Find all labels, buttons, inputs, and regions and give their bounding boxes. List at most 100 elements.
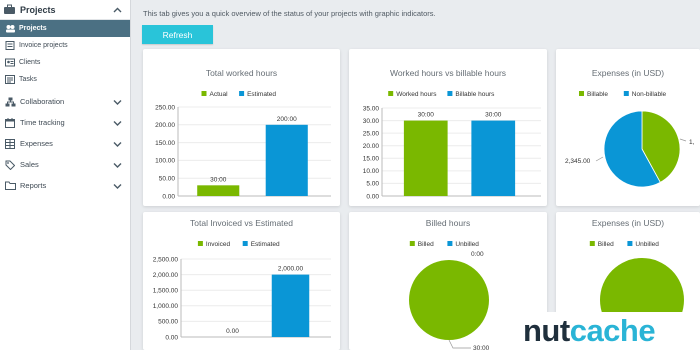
chart-svg: Expenses (in USD) Billable Non-billable 1, 2… (565, 68, 695, 188)
chevron-down-icon[interactable] (112, 181, 122, 191)
chevron-down-icon[interactable] (112, 118, 122, 128)
label-leader (679, 138, 687, 142)
y-tick-label: 150.00 (155, 140, 175, 147)
sidebar: Projects Projects Invoice projects Clien… (0, 0, 131, 350)
legend-label: Non-billable (632, 91, 667, 98)
chevron-down-icon[interactable] (112, 139, 122, 149)
y-tick-label: 30.00 (363, 118, 380, 125)
sidebar-item-invoice-projects[interactable]: Invoice projects (0, 37, 130, 54)
y-tick-label: 1,500.00 (153, 288, 179, 295)
chart-panel-billed-hours: Billed hours Billed Unbilled 30:00 0:00 (349, 212, 547, 350)
briefcase-icon (3, 4, 17, 16)
label-leader (595, 156, 604, 162)
sidebar-item-time-tracking[interactable]: Time tracking (0, 112, 130, 133)
sidebar-item-label: Sales (20, 160, 39, 169)
legend-label: Billed (598, 241, 614, 248)
legend-swatch (447, 91, 453, 96)
legend-swatch (239, 91, 245, 96)
chart-panel-invoiced-vs-estimated: Total Invoiced vs Estimated Invoiced Estim… (143, 212, 340, 350)
data-label: 30:00 (485, 112, 502, 119)
data-label: 2,000.00 (278, 266, 304, 273)
y-tick-label: 1,000.00 (153, 303, 179, 310)
data-label: 30:00 (418, 112, 435, 119)
page-description: This tab gives you a quick overview of t… (143, 9, 436, 18)
chevron-up-icon[interactable] (112, 5, 122, 15)
tasks-icon (4, 75, 16, 85)
chart-title: Expenses (in USD) (592, 68, 664, 78)
legend-label: Invoiced (206, 241, 231, 248)
chart-title: Worked hours vs billable hours (390, 68, 506, 78)
sidebar-item-collaboration[interactable]: Collaboration (0, 91, 130, 112)
legend-label: Billed (418, 241, 434, 248)
sidebar-item-clients[interactable]: Clients (0, 54, 130, 71)
legend-label: Worked hours (396, 91, 437, 98)
sidebar-item-projects[interactable]: Projects (0, 20, 130, 37)
legend-label: Unbilled (635, 241, 659, 248)
chart-title: Total worked hours (206, 68, 277, 78)
data-label: 200:00 (277, 116, 297, 123)
sidebar-item-expenses[interactable]: Expenses (0, 133, 130, 154)
sidebar-section-title: Projects (20, 4, 56, 15)
legend-label: Estimated (251, 241, 280, 248)
y-tick-label: 500.00 (158, 319, 178, 326)
data-label: 0.00 (226, 328, 239, 335)
legend-label: Estimated (247, 91, 276, 98)
chart-title: Billed hours (426, 218, 470, 228)
tag-icon (4, 159, 16, 170)
clients-icon (4, 58, 16, 68)
sidebar-item-label: Clients (19, 59, 41, 66)
sidebar-item-label: Projects (19, 25, 47, 32)
y-tick-label: 15.00 (363, 156, 380, 163)
sidebar-item-label: Invoice projects (19, 42, 68, 49)
y-tick-label: 0.00 (162, 193, 175, 200)
chevron-down-icon[interactable] (112, 160, 122, 170)
y-tick-label: 20.00 (363, 143, 380, 150)
chart-svg: Worked hours vs billable hours Worked hou… (363, 68, 541, 200)
expenses-icon (4, 138, 16, 149)
chart-svg: Total worked hours Actual Estimated 0.00 50.… (155, 68, 331, 200)
legend-swatch (242, 241, 248, 246)
y-tick-label: 100.00 (155, 158, 175, 165)
legend-swatch (623, 91, 629, 96)
chart-title: Expenses (in USD) (592, 218, 664, 228)
data-label: 30:00 (210, 176, 227, 183)
bar (197, 185, 240, 196)
bar (403, 120, 448, 196)
chart-svg: Total Invoiced vs Estimated Invoiced Estim… (153, 218, 331, 341)
y-tick-label: 25.00 (363, 130, 380, 137)
y-tick-label: 50.00 (159, 176, 176, 183)
legend-label: Unbilled (455, 241, 479, 248)
refresh-button[interactable]: Refresh (142, 25, 213, 44)
sidebar-item-label: Tasks (19, 76, 37, 83)
legend-label: Billable (587, 91, 608, 98)
sidebar-item-label: Time tracking (20, 118, 65, 127)
legend-swatch (388, 91, 394, 96)
legend-swatch (627, 241, 633, 246)
slice-label: 0:00 (471, 251, 484, 258)
projects-icon (4, 24, 16, 34)
slice-label: 2,345.00 (565, 158, 591, 165)
y-tick-label: 35.00 (363, 105, 380, 112)
legend-swatch (409, 241, 415, 246)
label-leader (448, 339, 471, 349)
y-tick-label: 0.00 (366, 193, 379, 200)
bar (471, 120, 516, 196)
chart-svg: Billed hours Billed Unbilled 30:00 0:00 (409, 218, 490, 350)
folder-icon (4, 180, 16, 191)
sidebar-item-reports[interactable]: Reports (0, 175, 130, 196)
chart-panel-worked-vs-billable: Worked hours vs billable hours Worked hou… (349, 49, 547, 206)
sidebar-item-tasks[interactable]: Tasks (0, 71, 130, 88)
sidebar-section-projects[interactable]: Projects (0, 0, 130, 20)
legend-swatch (447, 241, 453, 246)
sidebar-item-label: Collaboration (20, 97, 65, 106)
calendar-icon (4, 117, 16, 128)
collaboration-icon (4, 96, 16, 107)
bar (265, 124, 308, 196)
slice-label: 1, (689, 139, 695, 146)
legend-swatch (579, 91, 584, 96)
chevron-down-icon[interactable] (112, 97, 122, 107)
sidebar-item-label: Expenses (20, 139, 53, 148)
sidebar-item-sales[interactable]: Sales (0, 154, 130, 175)
y-tick-label: 200.00 (155, 122, 175, 129)
legend-swatch (589, 241, 595, 246)
